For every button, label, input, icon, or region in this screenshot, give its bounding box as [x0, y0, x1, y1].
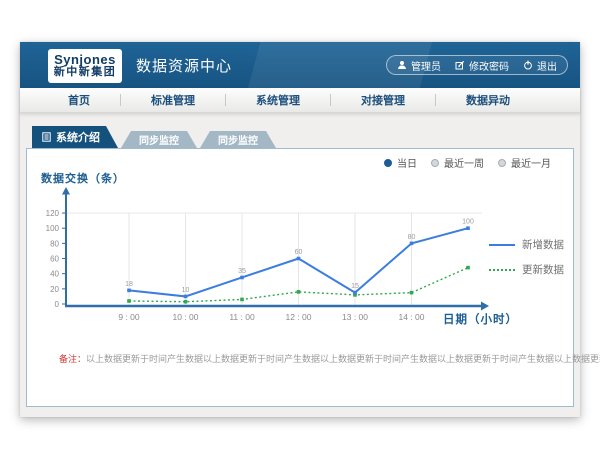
nav-item-data-changes[interactable]: 数据异动	[436, 92, 540, 108]
power-icon	[523, 60, 533, 70]
content-area: 系统介绍 同步监控 同步监控 当日 最近一周	[20, 113, 580, 417]
radio-last-week-label: 最近一周	[444, 155, 484, 170]
admin-user-button[interactable]: 管理员	[397, 58, 441, 73]
svg-text:80: 80	[408, 234, 416, 241]
footer-note-label: 备注：	[59, 354, 86, 364]
tab-bar: 系统介绍 同步监控 同步监控	[32, 126, 276, 148]
edit-icon	[455, 60, 465, 70]
document-icon	[42, 132, 51, 142]
radio-today[interactable]: 当日	[384, 155, 417, 170]
main-nav: 首页 标准管理 系统管理 对接管理 数据异动	[20, 88, 580, 113]
svg-text:60: 60	[50, 255, 59, 264]
nav-item-standard-mgmt[interactable]: 标准管理	[121, 92, 225, 108]
svg-text:20: 20	[50, 285, 59, 294]
legend-new-data-label: 新增数据	[522, 237, 564, 252]
svg-text:60: 60	[295, 249, 303, 256]
svg-text:15: 15	[351, 283, 359, 290]
radio-last-month[interactable]: 最近一月	[498, 155, 551, 170]
svg-text:18: 18	[125, 281, 133, 288]
line-chart: 0 20 40 60 80 100 120 9 : 00 10 : 00 11 : 00 12 : …	[33, 185, 503, 333]
svg-text:0: 0	[55, 300, 60, 309]
footer-note: 备注：以上数据更新于时间产生数据以上数据更新于时间产生数据以上数据更新于时间产生…	[59, 352, 600, 365]
chart-legend: 新增数据 更新数据	[489, 237, 564, 277]
radio-last-week[interactable]: 最近一周	[431, 155, 484, 170]
solid-line-icon	[489, 244, 515, 246]
radio-dot-icon	[384, 159, 392, 167]
user-icon	[397, 60, 407, 70]
x-axis-title: 日期（小时）	[443, 311, 518, 327]
nav-item-system-mgmt[interactable]: 系统管理	[226, 92, 330, 108]
nav-item-home[interactable]: 首页	[38, 92, 120, 108]
company-logo: Synjones 新中新集团	[48, 49, 122, 83]
svg-text:80: 80	[50, 239, 59, 248]
nav-item-interface-mgmt[interactable]: 对接管理	[331, 92, 435, 108]
company-logo-cn: 新中新集团	[54, 66, 117, 79]
tab-system-intro-label: 系统介绍	[56, 129, 100, 145]
header: Synjones 新中新集团 数据资源中心 管理员 修改密码	[20, 42, 580, 88]
legend-update-data-label: 更新数据	[522, 262, 564, 277]
svg-text:9 : 00: 9 : 00	[118, 312, 140, 322]
y-axis-title: 数据交换（条）	[41, 170, 125, 186]
svg-text:13 : 00: 13 : 00	[342, 312, 368, 322]
footer-note-text: 以上数据更新于时间产生数据以上数据更新于时间产生数据以上数据更新于时间产生数据以…	[86, 354, 600, 364]
dotted-line-icon	[489, 269, 515, 271]
tab-sync-monitor-2-label: 同步监控	[218, 132, 258, 147]
tab-sync-monitor-2[interactable]: 同步监控	[200, 131, 276, 148]
time-range-filter: 当日 最近一周 最近一月	[384, 155, 551, 170]
svg-text:100: 100	[462, 219, 474, 226]
radio-dot-icon	[431, 159, 439, 167]
page-title: 数据资源中心	[136, 42, 232, 88]
radio-last-month-label: 最近一月	[511, 155, 551, 170]
svg-text:40: 40	[50, 270, 59, 279]
admin-user-label: 管理员	[411, 58, 441, 73]
svg-text:12 : 00: 12 : 00	[286, 312, 312, 322]
tab-sync-monitor-1-label: 同步监控	[139, 132, 179, 147]
svg-text:14 : 00: 14 : 00	[399, 312, 425, 322]
svg-text:11 : 00: 11 : 00	[229, 312, 255, 322]
company-logo-en: Synjones	[54, 53, 116, 66]
radio-dot-icon	[498, 159, 506, 167]
user-toolbar: 管理员 修改密码 退出	[386, 55, 568, 75]
legend-new-data[interactable]: 新增数据	[489, 237, 564, 252]
svg-text:35: 35	[238, 268, 246, 275]
svg-text:10 : 00: 10 : 00	[173, 312, 199, 322]
radio-today-label: 当日	[397, 155, 417, 170]
svg-text:100: 100	[46, 224, 60, 233]
svg-text:10: 10	[182, 287, 190, 294]
svg-text:120: 120	[46, 209, 60, 218]
tab-sync-monitor-1[interactable]: 同步监控	[121, 131, 197, 148]
logout-label: 退出	[537, 58, 557, 73]
tab-system-intro[interactable]: 系统介绍	[32, 126, 118, 148]
logout-button[interactable]: 退出	[523, 58, 557, 73]
legend-update-data[interactable]: 更新数据	[489, 262, 564, 277]
change-password-label: 修改密码	[469, 58, 509, 73]
chart-panel: 当日 最近一周 最近一月 数据交换（条） 0 20 40 60 80 100 120 9 : …	[26, 148, 574, 407]
change-password-button[interactable]: 修改密码	[455, 58, 509, 73]
app-window: Synjones 新中新集团 数据资源中心 管理员 修改密码	[20, 42, 580, 417]
